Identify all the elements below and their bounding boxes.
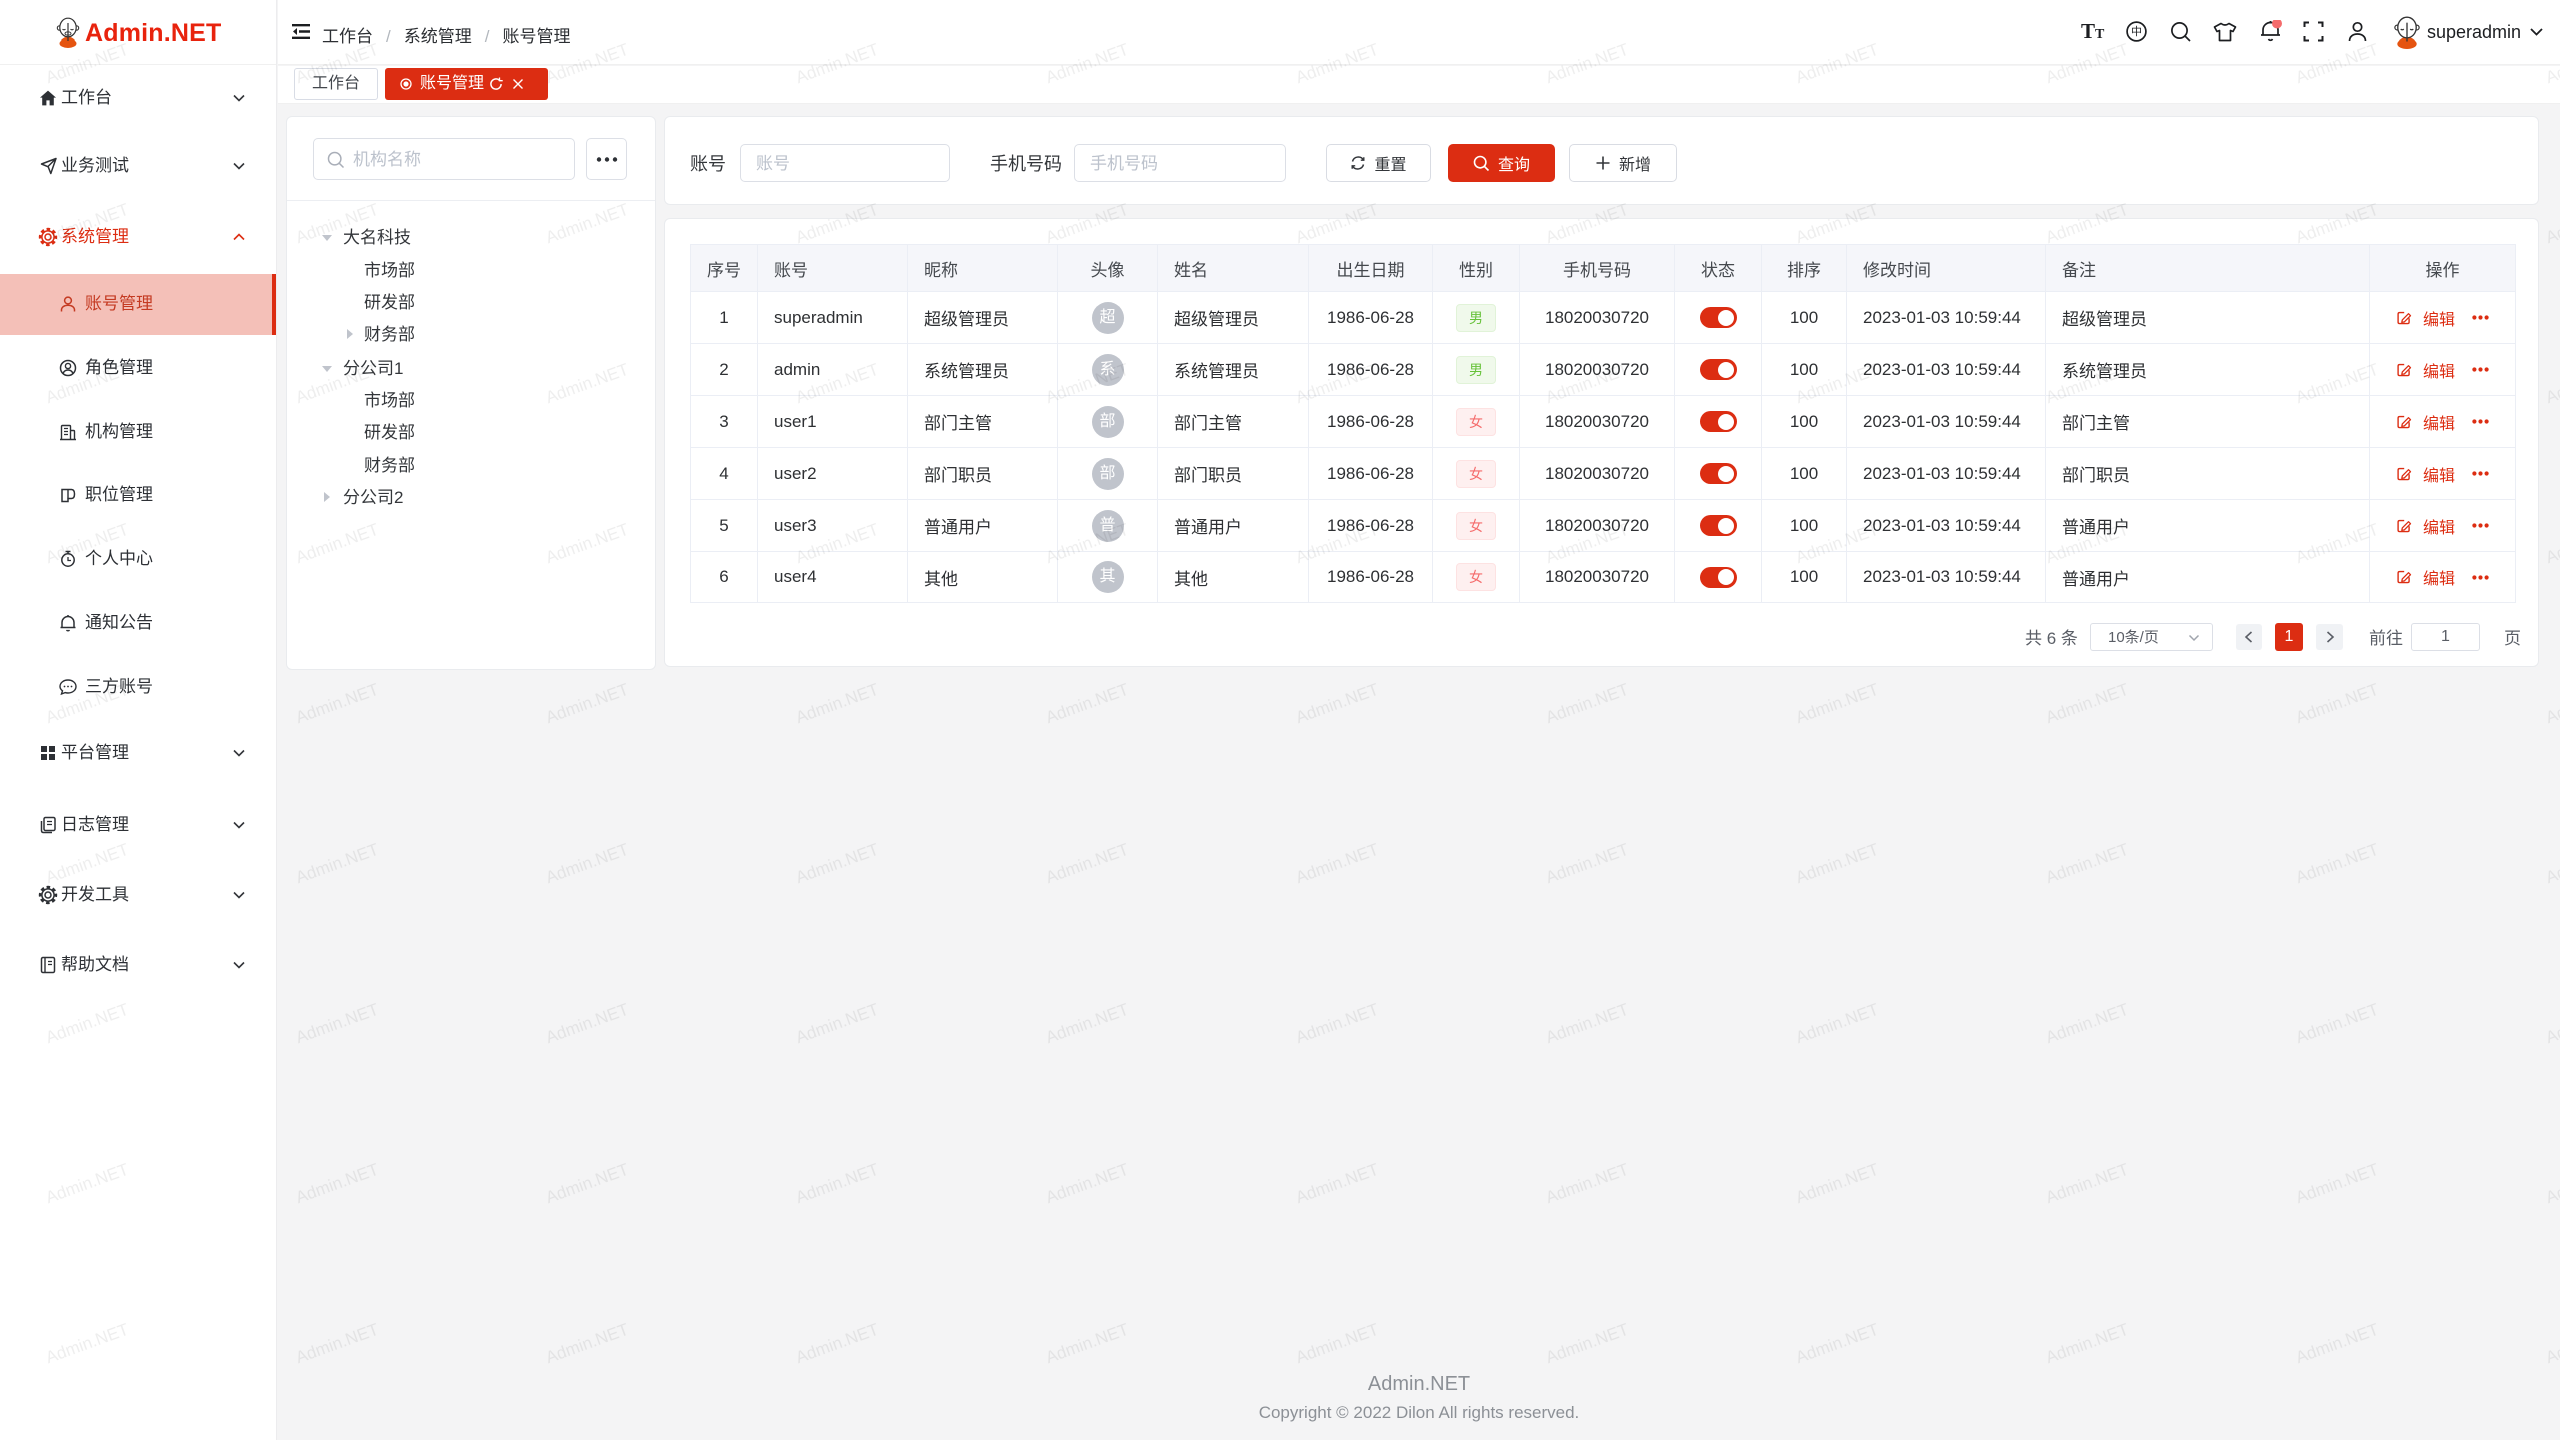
svg-text:中: 中 — [2131, 25, 2142, 38]
